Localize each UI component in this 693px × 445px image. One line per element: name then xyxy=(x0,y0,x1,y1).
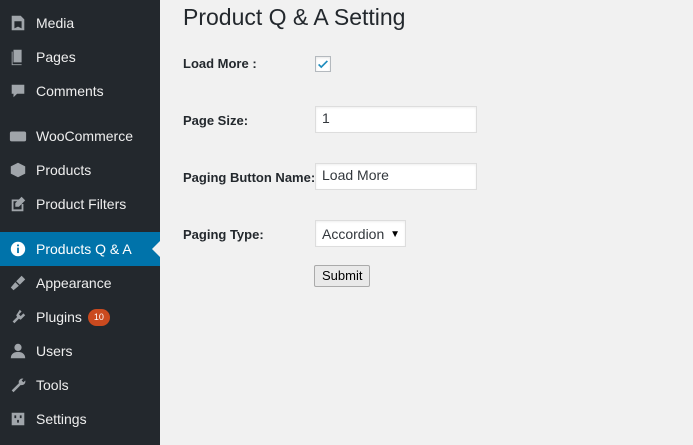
comments-icon xyxy=(8,81,28,101)
sidebar-item-comments[interactable]: Comments xyxy=(0,74,160,108)
sidebar-item-plugins[interactable]: Plugins 10 xyxy=(0,300,160,334)
page-size-input[interactable]: 1 xyxy=(315,106,477,133)
checkmark-icon xyxy=(318,60,328,69)
plugins-icon xyxy=(8,307,28,327)
sidebar-item-settings[interactable]: Settings xyxy=(0,402,160,436)
sidebar-item-label: Products xyxy=(36,162,92,178)
sidebar-item-label: Products Q & A xyxy=(36,241,132,257)
woocommerce-icon xyxy=(8,126,28,146)
sidebar-item-label: WooCommerce xyxy=(36,128,133,144)
update-count-badge: 10 xyxy=(87,308,110,326)
sidebar-item-label: Tools xyxy=(36,377,69,393)
sidebar-item-label: Pages xyxy=(36,49,76,65)
products-icon xyxy=(8,160,28,180)
tools-icon xyxy=(8,375,28,395)
edit-icon xyxy=(8,194,28,214)
paging-button-name-input[interactable]: Load More xyxy=(315,163,477,190)
sidebar-item-products[interactable]: Products xyxy=(0,153,160,187)
page-title: Product Q & A Setting xyxy=(183,4,406,30)
sidebar-item-appearance[interactable]: Appearance xyxy=(0,266,160,300)
sidebar-item-label: Plugins xyxy=(36,309,82,325)
sidebar-item-tools[interactable]: Tools xyxy=(0,368,160,402)
media-icon xyxy=(8,13,28,33)
sidebar-item-users[interactable]: Users xyxy=(0,334,160,368)
admin-sidebar: Media Pages Comments WooCommerce Product… xyxy=(0,0,160,445)
dropdown-arrow-icon: ▼ xyxy=(390,229,400,240)
paging-button-name-label: Paging Button Name: xyxy=(183,170,316,185)
submit-button[interactable]: Submit xyxy=(314,265,371,287)
appearance-icon xyxy=(8,273,28,293)
users-icon xyxy=(8,341,28,361)
sidebar-item-label: Comments xyxy=(36,83,104,99)
sidebar-item-pages[interactable]: Pages xyxy=(0,40,160,74)
sidebar-item-label: Media xyxy=(36,15,75,31)
main-content: Product Q & A Setting Load More : Page S… xyxy=(160,0,693,445)
sidebar-item-label: Appearance xyxy=(36,275,112,291)
settings-icon xyxy=(8,409,28,429)
sidebar-item-media[interactable]: Media xyxy=(0,6,160,40)
load-more-label: Load More : xyxy=(183,56,257,71)
sidebar-item-products-qa[interactable]: Products Q & A xyxy=(0,232,160,266)
paging-type-select[interactable]: Accordion ▼ xyxy=(315,220,406,247)
pages-icon xyxy=(8,47,28,67)
sidebar-item-label: Product Filters xyxy=(36,196,127,212)
paging-type-label: Paging Type: xyxy=(183,227,264,242)
page-size-label: Page Size: xyxy=(183,113,249,128)
sidebar-item-label: Users xyxy=(36,343,73,359)
sidebar-item-woocommerce[interactable]: WooCommerce xyxy=(0,119,160,153)
sidebar-item-product-filters[interactable]: Product Filters xyxy=(0,187,160,221)
load-more-checkbox[interactable] xyxy=(315,56,331,72)
sidebar-item-label: Settings xyxy=(36,411,87,427)
paging-type-selected-value: Accordion xyxy=(322,225,385,242)
info-icon xyxy=(8,239,28,259)
